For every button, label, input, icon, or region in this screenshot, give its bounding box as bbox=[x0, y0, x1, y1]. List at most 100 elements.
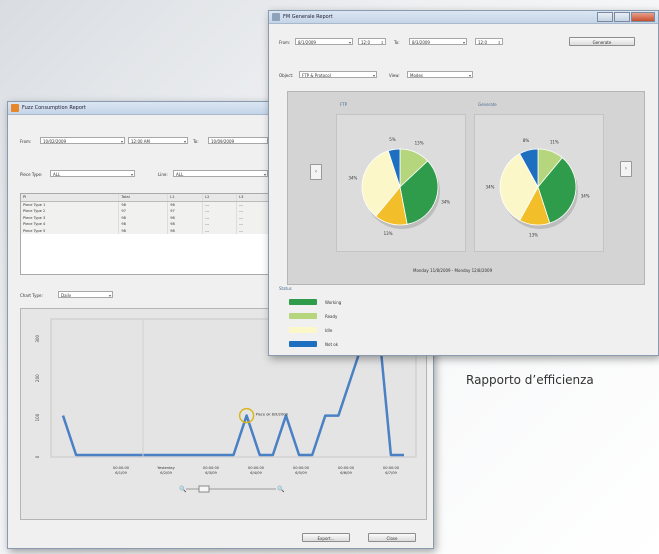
table-cell: --- bbox=[202, 227, 238, 234]
legend-label: Idle bbox=[325, 328, 333, 333]
x-tick-label: 00:00:00 6/7/09 bbox=[383, 466, 400, 475]
legend-swatch bbox=[289, 299, 317, 305]
x-tick-label: Yesterday 6/2/09 bbox=[157, 466, 175, 475]
pie-charts: 13% 34% 13% 34% 5% 11% 34% 13% 34% 8% bbox=[348, 137, 590, 237]
table-row[interactable]: Piece Type 5 98 98 --- --- bbox=[21, 227, 271, 234]
line-label: Line: bbox=[158, 172, 168, 177]
table-header-cell[interactable]: L1 bbox=[167, 194, 204, 202]
back-window-title: Fuzz Consumption Report bbox=[22, 105, 86, 111]
table-cell: --- bbox=[236, 227, 271, 234]
app-icon bbox=[11, 104, 19, 112]
export-button[interactable]: Export... bbox=[302, 533, 350, 542]
pie-slice-label: 34% bbox=[581, 193, 590, 198]
y-tick-label: 100 bbox=[35, 413, 40, 421]
to-date-field[interactable]: 10/09/2009 bbox=[208, 137, 268, 144]
to-label: To: bbox=[193, 139, 199, 144]
line-select[interactable]: ALL ▾ bbox=[173, 170, 268, 177]
piece-type-label: Piece Type: bbox=[20, 172, 43, 177]
chart-type-label: Chart Type: bbox=[20, 293, 43, 298]
from-label: From: bbox=[20, 139, 32, 144]
pie-slice-label: 13% bbox=[529, 232, 538, 237]
close-window-icon[interactable] bbox=[631, 12, 655, 22]
pie-date-range: Monday 11/8/2009 - Monday 12/8/2009 bbox=[413, 268, 493, 273]
table-header-cell[interactable]: PI bbox=[21, 194, 120, 202]
pie-1: 13% 34% 13% 34% 5% bbox=[348, 137, 450, 236]
chevron-down-icon: ▾ bbox=[263, 172, 266, 177]
y-tick-label: 300 bbox=[35, 334, 40, 342]
object-select[interactable]: FTP & Protocol ▾ bbox=[299, 71, 377, 78]
legend-swatch bbox=[289, 341, 317, 347]
maximize-icon[interactable] bbox=[614, 12, 630, 22]
spinner-icon: ⇕ bbox=[380, 40, 384, 45]
chevron-down-icon: ▾ bbox=[348, 40, 351, 45]
pie-slice-label: 13% bbox=[415, 140, 424, 145]
chart-type-select[interactable]: Daily ▾ bbox=[58, 291, 113, 298]
fm-general-report-window: FM Generale Report From: 8/1/2009 ▾ 12:0 ⇕… bbox=[268, 10, 659, 356]
pie-slice-label: 13% bbox=[384, 231, 393, 236]
to-time-field[interactable]: 12:0 ⇕ bbox=[475, 38, 503, 45]
minimize-icon[interactable] bbox=[597, 12, 613, 22]
pie-slice-label: 11% bbox=[550, 139, 559, 144]
zoom-slider-thumb[interactable] bbox=[198, 485, 210, 493]
table-cell: 98 bbox=[118, 227, 169, 234]
generate-button[interactable]: Generate bbox=[569, 37, 635, 46]
chevron-down-icon: ▾ bbox=[372, 73, 375, 78]
from-date-field[interactable]: 10/02/2009 ▾ bbox=[40, 137, 125, 144]
x-tick-label: 00:00:00 6/6/09 bbox=[338, 466, 355, 475]
x-tick-label: 00:00:00 6/3/09 bbox=[203, 466, 220, 475]
pie-slice-label: 34% bbox=[348, 176, 357, 181]
chevron-down-icon: ▾ bbox=[120, 139, 123, 144]
pie-slice-label: 34% bbox=[486, 185, 495, 190]
to-label: To: bbox=[394, 40, 400, 45]
x-tick-label: 00:00:00 6/4/09 bbox=[248, 466, 265, 475]
y-tick-label: 200 bbox=[35, 374, 40, 382]
y-tick-label: 0 bbox=[35, 455, 40, 458]
table-header-cell[interactable]: L2 bbox=[202, 194, 238, 202]
table-cell: Piece Type 5 bbox=[21, 227, 120, 234]
table-cell: 98 bbox=[167, 201, 204, 208]
table-row[interactable]: Piece Type 1 98 98 --- --- bbox=[21, 201, 271, 208]
pie-2: 11% 34% 13% 34% 8% bbox=[486, 138, 590, 237]
table-cell: 98 bbox=[167, 227, 204, 234]
piece-table: PI Total L1 L2 L3 Piece Type 1 98 98 --- --- Piec… bbox=[20, 193, 272, 275]
legend-label: Working bbox=[325, 300, 342, 305]
legend-swatch bbox=[289, 313, 317, 319]
zoom-in-icon[interactable]: 🔍 bbox=[277, 485, 285, 493]
piece-type-select[interactable]: ALL ▾ bbox=[50, 170, 135, 177]
chevron-down-icon: ▾ bbox=[183, 139, 186, 144]
pie-slice-label: 8% bbox=[523, 138, 530, 143]
table-cell: --- bbox=[202, 201, 238, 208]
pie-panel: ‹ › FTP Generate 13% 34% 13% 34% 5% 11% 34% 13%… bbox=[287, 91, 645, 285]
front-window-title: FM Generale Report bbox=[283, 14, 333, 20]
zoom-out-icon[interactable]: 🔍 bbox=[179, 485, 187, 493]
chevron-down-icon: ▾ bbox=[130, 172, 133, 177]
x-tick-label: 00:00:00 6/1/09 bbox=[113, 466, 130, 475]
to-date-field[interactable]: 8/3/2009 ▾ bbox=[409, 38, 467, 45]
view-label: View: bbox=[389, 73, 400, 78]
from-time-field[interactable]: 12:00 AM ▾ bbox=[128, 137, 188, 144]
app-icon bbox=[272, 13, 280, 21]
caption: Rapporto d’efficienza bbox=[466, 373, 594, 387]
legend-swatch bbox=[289, 327, 317, 333]
table-header-cell[interactable]: L3 bbox=[236, 194, 271, 202]
table-cell: --- bbox=[236, 201, 271, 208]
table-cell: Piece Type 1 bbox=[21, 201, 120, 208]
chevron-down-icon: ▾ bbox=[468, 73, 471, 78]
view-select[interactable]: Modes ▾ bbox=[407, 71, 473, 78]
object-label: Object: bbox=[279, 73, 294, 78]
pie-slice-label: 34% bbox=[441, 199, 450, 204]
from-label: From: bbox=[279, 40, 291, 45]
data-tooltip: Piece ok 8/9/2009 bbox=[256, 413, 289, 417]
table-cell: 98 bbox=[118, 201, 169, 208]
pie-slice-label: 5% bbox=[389, 137, 396, 142]
front-window-titlebar[interactable]: FM Generale Report bbox=[269, 11, 658, 24]
window-controls bbox=[597, 12, 655, 22]
from-time-field[interactable]: 12:0 ⇕ bbox=[358, 38, 386, 45]
chevron-down-icon: ▾ bbox=[108, 293, 111, 298]
legend-label: Not ok bbox=[325, 342, 339, 347]
close-button[interactable]: Close bbox=[368, 533, 416, 542]
table-header-cell[interactable]: Total bbox=[118, 194, 169, 202]
legend-label: Ready bbox=[325, 314, 338, 319]
x-tick-label: 00:00:00 6/5/09 bbox=[293, 466, 310, 475]
from-date-field[interactable]: 8/1/2009 ▾ bbox=[295, 38, 353, 45]
